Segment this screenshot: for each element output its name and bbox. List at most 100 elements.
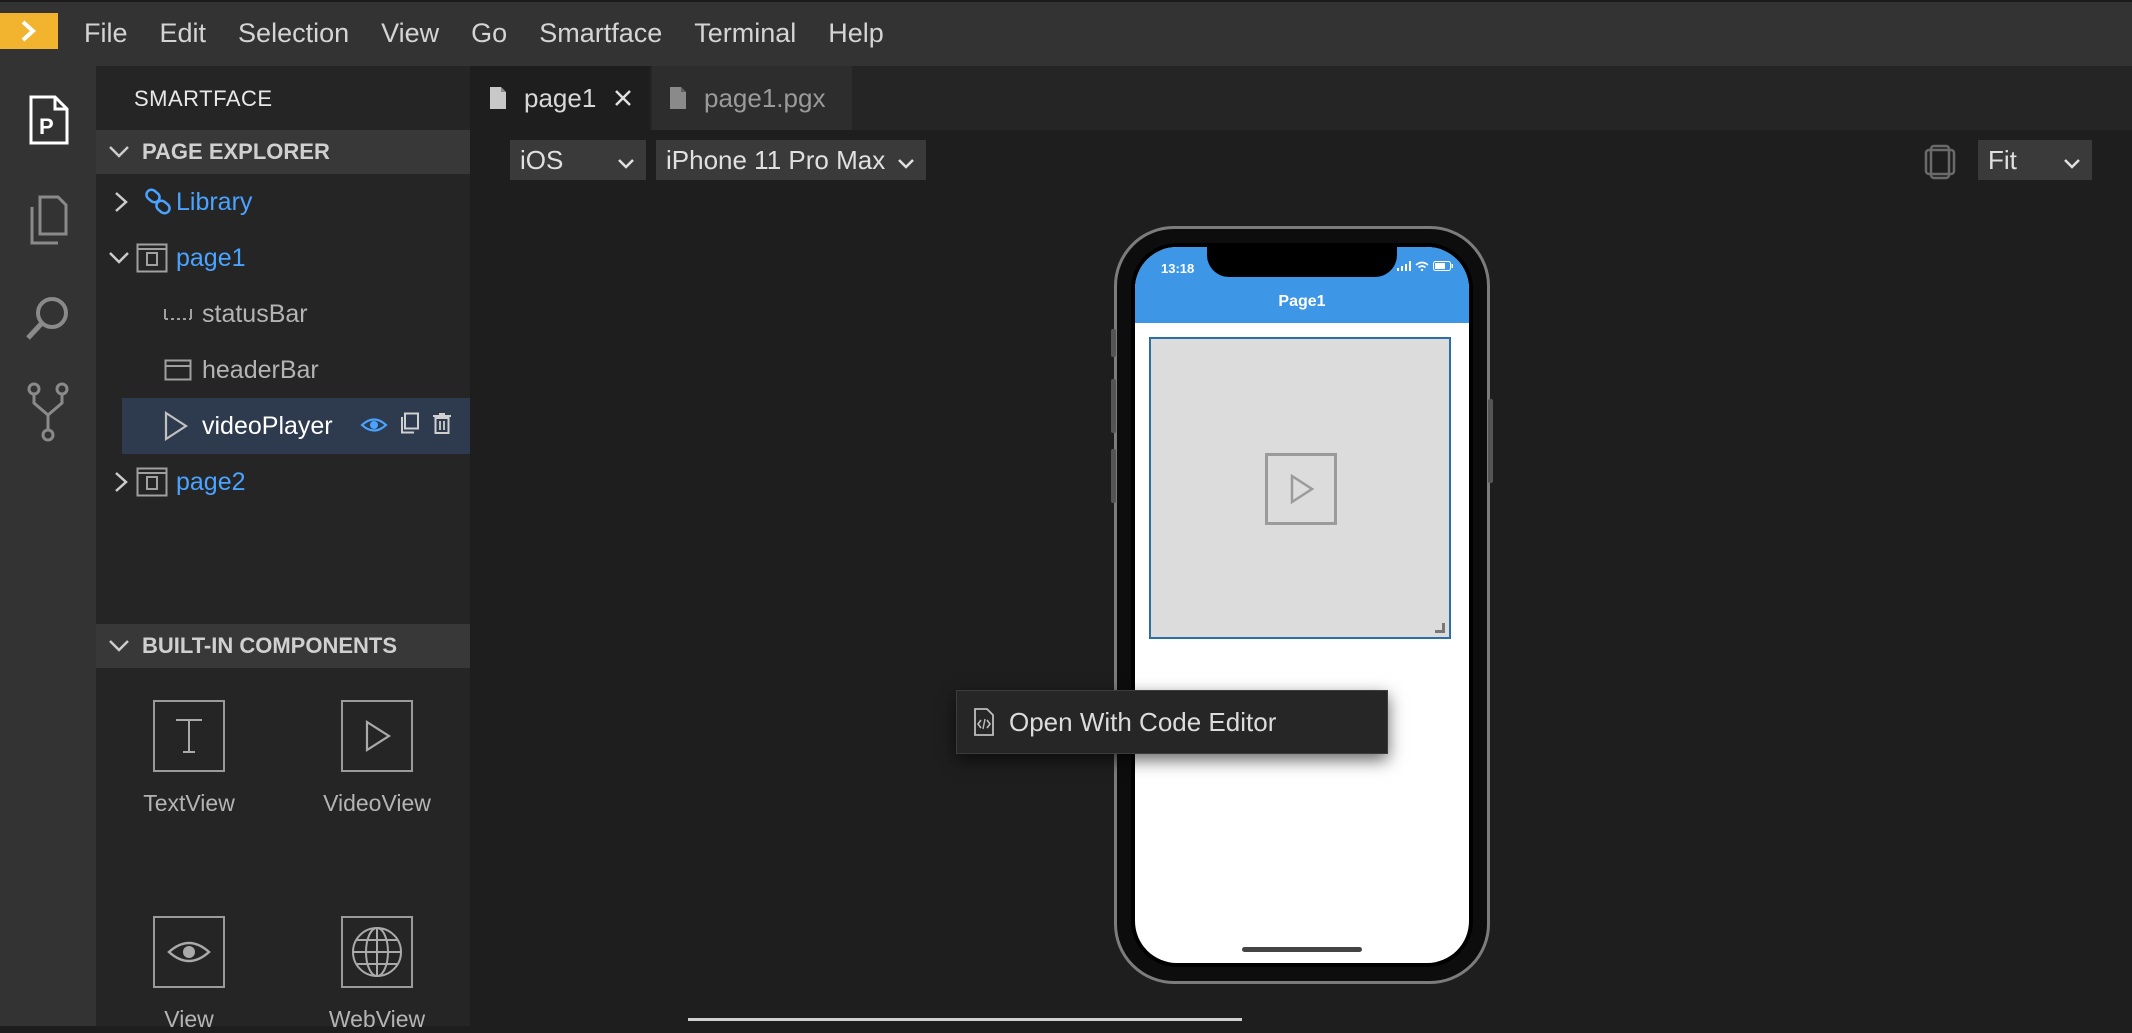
horizontal-scrollbar[interactable] bbox=[688, 1018, 1242, 1021]
eye-icon bbox=[153, 916, 225, 988]
app-logo[interactable] bbox=[0, 13, 58, 49]
page-explorer-icon[interactable]: P bbox=[20, 92, 76, 148]
menu-items: File Edit Selection View Go Smartface Te… bbox=[68, 2, 900, 64]
page-icon bbox=[136, 466, 168, 498]
tab-label-page1-pgx: page1.pgx bbox=[704, 82, 826, 113]
component-label-webview: WebView bbox=[328, 1006, 426, 1032]
eye-icon[interactable] bbox=[360, 412, 388, 441]
menu-edit[interactable]: Edit bbox=[144, 2, 223, 64]
trash-icon[interactable] bbox=[432, 412, 452, 441]
context-menu: Open With Code Editor bbox=[956, 690, 1388, 754]
file-icon bbox=[488, 86, 508, 110]
open-with-code-editor[interactable]: Open With Code Editor bbox=[1009, 707, 1276, 738]
phone-side-button bbox=[1111, 379, 1116, 433]
status-indicators bbox=[1397, 261, 1453, 271]
chevron-down-icon[interactable] bbox=[106, 245, 132, 271]
tree-item-videoplayer[interactable]: videoPlayer bbox=[122, 398, 470, 454]
page-explorer-header[interactable]: PAGE EXPLORER bbox=[96, 130, 470, 174]
chevron-down-icon bbox=[2062, 150, 2082, 181]
tab-page1[interactable]: page1 bbox=[470, 66, 650, 130]
platform-select[interactable]: iOS bbox=[510, 140, 646, 180]
phone-side-button bbox=[1111, 449, 1116, 503]
component-videoview[interactable]: VideoView bbox=[302, 700, 452, 817]
globe-icon bbox=[341, 916, 413, 988]
phone-side-button bbox=[1111, 329, 1116, 357]
component-webview[interactable]: WebView bbox=[302, 916, 452, 1033]
rotate-device-icon[interactable] bbox=[1920, 142, 1960, 187]
zoom-select-value: Fit bbox=[1988, 144, 2017, 175]
sidebar: SMARTFACE PAGE EXPLORER Library page1 st… bbox=[96, 66, 470, 1032]
wifi-icon bbox=[1415, 261, 1429, 271]
zoom-select[interactable]: Fit bbox=[1978, 140, 2092, 180]
tree-label-page1: page1 bbox=[176, 243, 246, 272]
menu-view[interactable]: View bbox=[365, 2, 455, 64]
tab-label-page1: page1 bbox=[524, 82, 597, 113]
chevron-right-icon bbox=[21, 20, 36, 42]
code-file-icon bbox=[973, 708, 995, 736]
chevron-right-icon[interactable] bbox=[108, 469, 134, 495]
phone-bezel: 13:18 Page1 bbox=[1131, 243, 1473, 967]
search-icon[interactable] bbox=[20, 290, 76, 346]
device-select-value: iPhone 11 Pro Max bbox=[666, 144, 886, 175]
file-icon bbox=[668, 86, 688, 110]
files-icon[interactable] bbox=[20, 192, 76, 248]
tree-label-library: Library bbox=[176, 187, 253, 216]
duplicate-icon[interactable] bbox=[400, 412, 420, 441]
header-title: Page1 bbox=[1278, 293, 1326, 310]
component-label-view: View bbox=[164, 1006, 214, 1032]
chevron-down-icon bbox=[96, 145, 142, 159]
play-icon bbox=[160, 410, 192, 442]
app-header-bar[interactable]: 13:18 Page1 bbox=[1135, 247, 1469, 323]
tree-item-headerbar[interactable]: headerBar bbox=[96, 342, 470, 398]
play-icon bbox=[341, 700, 413, 772]
header-bar-icon bbox=[162, 354, 194, 386]
tab-page1-pgx[interactable]: page1.pgx bbox=[652, 66, 852, 130]
page-explorer-title: PAGE EXPLORER bbox=[142, 139, 330, 164]
menu-help[interactable]: Help bbox=[812, 2, 900, 64]
phone-side-button bbox=[1488, 399, 1493, 483]
built-in-components-title: BUILT-IN COMPONENTS bbox=[142, 633, 398, 658]
status-time: 13:18 bbox=[1161, 261, 1195, 276]
menu-smartface[interactable]: Smartface bbox=[523, 2, 678, 64]
tree-item-library[interactable]: Library bbox=[96, 174, 470, 230]
row-actions bbox=[360, 412, 452, 441]
resize-handle[interactable] bbox=[1435, 623, 1445, 633]
tree-label-headerbar: headerBar bbox=[202, 355, 319, 384]
tree-item-page1[interactable]: page1 bbox=[96, 230, 470, 286]
menu-bar: File Edit Selection View Go Smartface Te… bbox=[0, 0, 2132, 66]
design-editor: iOS iPhone 11 Pro Max Fit 13:18 Page1 Op… bbox=[470, 130, 2132, 1026]
phone-notch bbox=[1207, 247, 1397, 277]
phone-screen[interactable]: 13:18 Page1 bbox=[1135, 247, 1469, 963]
menu-go[interactable]: Go bbox=[455, 2, 523, 64]
component-label-textview: TextView bbox=[143, 790, 235, 816]
signal-icon bbox=[1397, 261, 1411, 271]
editor-tab-bar: page1 page1.pgx bbox=[470, 66, 2132, 130]
phone-preview: 13:18 Page1 bbox=[1111, 226, 1493, 984]
close-icon[interactable] bbox=[614, 89, 632, 107]
platform-select-value: iOS bbox=[520, 144, 564, 175]
tree-item-page2[interactable]: page2 bbox=[96, 454, 470, 510]
chevron-right-icon[interactable] bbox=[108, 189, 134, 215]
chevron-down-icon bbox=[896, 150, 916, 181]
svg-text:P: P bbox=[39, 114, 54, 139]
component-view[interactable]: View bbox=[114, 916, 264, 1033]
component-textview[interactable]: TextView bbox=[114, 700, 264, 817]
tree-label-page2: page2 bbox=[176, 467, 246, 496]
menu-terminal[interactable]: Terminal bbox=[678, 2, 812, 64]
menu-file[interactable]: File bbox=[68, 2, 144, 64]
link-icon bbox=[142, 186, 174, 218]
component-label-videoview: VideoView bbox=[323, 790, 431, 816]
battery-icon bbox=[1433, 261, 1453, 271]
chevron-down-icon bbox=[96, 639, 142, 653]
activity-bar: P bbox=[0, 66, 96, 1026]
chevron-down-icon bbox=[616, 150, 636, 181]
menu-selection[interactable]: Selection bbox=[222, 2, 365, 64]
tree-item-statusbar[interactable]: statusBar bbox=[96, 286, 470, 342]
source-control-icon[interactable] bbox=[20, 382, 76, 442]
built-in-components-header[interactable]: BUILT-IN COMPONENTS bbox=[96, 624, 470, 668]
home-indicator bbox=[1242, 947, 1362, 952]
video-player-component[interactable] bbox=[1149, 337, 1451, 639]
device-select[interactable]: iPhone 11 Pro Max bbox=[656, 140, 926, 180]
page-icon bbox=[136, 242, 168, 274]
sidebar-title: SMARTFACE bbox=[134, 86, 273, 111]
